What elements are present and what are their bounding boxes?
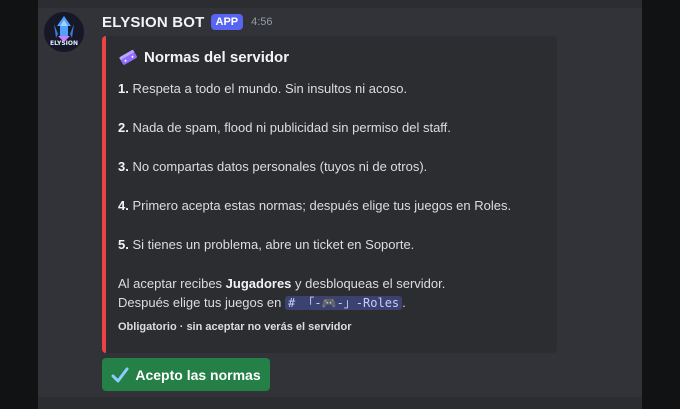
- rule-item: 1. Respeta a todo el mundo. Sin insultos…: [118, 81, 408, 96]
- author-name[interactable]: ELYSION BOT: [102, 14, 205, 31]
- embed-outro: Al aceptar recibes Jugadores y desbloque…: [118, 274, 543, 313]
- rule-item: 4. Primero acepta estas normas; después …: [118, 198, 512, 213]
- ticket-icon: [119, 49, 137, 65]
- message-timestamp[interactable]: 4:56: [251, 16, 272, 28]
- svg-text:ELYSION: ELYSION: [50, 40, 78, 47]
- rule-item: 5. Si tienes un problema, abre un ticket…: [118, 237, 415, 252]
- roles-channel-mention[interactable]: # 「-🎮-」-Roles: [284, 296, 403, 310]
- rule-item: 3. No compartas datos personales (tuyos …: [118, 159, 428, 174]
- embed-title: Normas del servidor: [118, 46, 543, 68]
- bottom-bar: [38, 397, 642, 409]
- accept-rules-button[interactable]: Acepto las normas: [102, 358, 270, 391]
- outro-line-2: Después elige tus juegos en # 「-🎮-」-Role…: [118, 295, 406, 310]
- message-header: ELYSION BOT APP 4:56: [102, 12, 273, 32]
- top-bar: [38, 0, 642, 8]
- embed-title-text: Normas del servidor: [144, 48, 290, 66]
- accept-rules-label: Acepto las normas: [135, 366, 261, 383]
- app-badge: APP: [210, 14, 244, 30]
- rules-embed: Normas del servidor 1. Respeta a todo el…: [102, 36, 557, 353]
- check-mark-icon: [111, 367, 129, 382]
- outro-line-1: Al aceptar recibes Jugadores y desbloque…: [118, 276, 446, 291]
- embed-footer: Obligatorio · sin aceptar no verás el se…: [118, 321, 352, 333]
- bot-avatar[interactable]: ELYSION: [44, 12, 84, 52]
- elysion-logo-icon: ELYSION: [44, 12, 84, 52]
- rule-item: 2. Nada de spam, flood ni publicidad sin…: [118, 120, 451, 135]
